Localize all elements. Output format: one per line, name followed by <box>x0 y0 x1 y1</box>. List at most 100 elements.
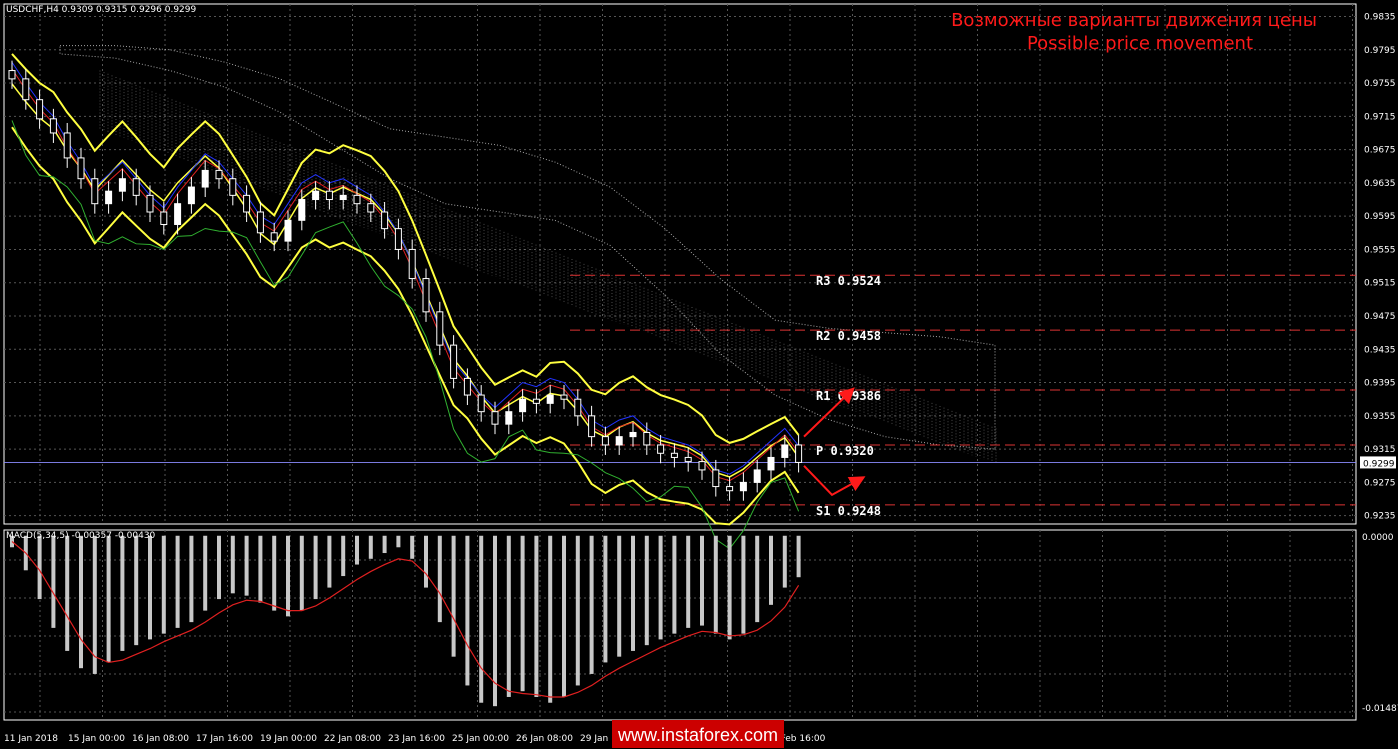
candle-body <box>684 456 692 463</box>
candle-body <box>739 481 747 492</box>
candle-body <box>463 377 471 396</box>
macd-bar <box>589 535 594 674</box>
axes: 0.9835 0.9795 0.9755 0.9715 0.9675 0.9635 0.95… <box>4 12 1398 744</box>
macd-tick-label: 0.0000 <box>1362 533 1394 543</box>
candle-body <box>795 444 803 463</box>
candle-body <box>767 456 775 471</box>
candle-body <box>601 436 609 446</box>
candle-body <box>588 415 596 438</box>
macd-bar <box>313 535 318 600</box>
y-tick-label: 0.9715 <box>1364 112 1396 122</box>
macd-bar <box>410 535 415 559</box>
y-tick-label: 0.9555 <box>1364 245 1396 255</box>
candle-body <box>491 411 499 425</box>
macd-bar <box>465 535 470 686</box>
annotation-title-ru: Возможные варианты движения цены <box>951 10 1317 31</box>
y-tick-label: 0.9675 <box>1364 146 1396 156</box>
macd-bar <box>272 535 277 611</box>
macd-bar <box>65 535 70 651</box>
macd-bar <box>741 535 746 634</box>
macd-bar <box>134 535 139 646</box>
chart-window: R3 0.9524 R2 0.9458 R1 0.9386 P 0.9320 S1 0.… <box>0 0 1398 749</box>
candle-body <box>560 394 568 400</box>
x-tick-label: 25 Jan 00:00 <box>452 734 509 744</box>
candle-body <box>215 169 223 180</box>
y-tick-label: 0.9435 <box>1364 345 1396 355</box>
candle-body <box>201 169 209 188</box>
macd-bar <box>161 535 166 634</box>
level-label-S1: S1 0.9248 <box>816 504 881 518</box>
macd-bar <box>396 535 401 548</box>
macd-bar <box>562 535 566 697</box>
macd-bar <box>368 535 373 559</box>
macd-bar <box>782 535 787 588</box>
candle-body <box>698 461 706 471</box>
candle-body <box>505 411 513 425</box>
candle-body <box>132 178 140 196</box>
macd-bar <box>617 535 622 657</box>
annotation-title-en: Possible price movement <box>1027 33 1253 54</box>
tenkan-line <box>11 61 799 475</box>
macd-bar <box>493 535 497 707</box>
y-tick-label: 0.9235 <box>1364 512 1396 522</box>
macd-bar <box>230 535 235 594</box>
candle-body <box>436 311 444 346</box>
price-chart[interactable]: R3 0.9524 R2 0.9458 R1 0.9386 P 0.9320 S1 0.… <box>0 0 1398 749</box>
candle-body <box>284 219 292 242</box>
chikou-line <box>11 120 800 550</box>
arrow-down-then-up <box>803 465 866 497</box>
macd-bar <box>217 535 221 600</box>
macd-bar <box>258 535 263 603</box>
candle-body <box>394 228 402 250</box>
candle-body <box>532 398 540 404</box>
candle-body <box>174 203 182 225</box>
macd-bar <box>755 535 760 623</box>
candle-body <box>643 431 651 446</box>
y-tick-label: 0.9835 <box>1364 12 1396 22</box>
level-label-R2: R2 0.9458 <box>816 329 881 343</box>
candle-body <box>574 398 582 417</box>
candle-body <box>36 99 44 120</box>
y-tick-label: 0.9475 <box>1364 312 1396 322</box>
macd-bar <box>299 535 304 611</box>
candle-body <box>367 203 375 213</box>
candle-body <box>49 118 57 134</box>
bollinger-bands <box>11 53 800 550</box>
candle-body <box>477 394 485 413</box>
macd-bar <box>424 535 428 588</box>
candle-body <box>22 78 30 101</box>
level-label-R3: R3 0.9524 <box>816 274 881 288</box>
candle-body <box>422 278 430 313</box>
macd-bar <box>37 535 42 600</box>
macd-bar <box>796 535 801 578</box>
watermark-text: www.instaforex.com <box>617 725 778 745</box>
macd-bar <box>189 535 194 623</box>
candle-body <box>753 469 761 483</box>
macd-bar <box>92 535 97 674</box>
macd-bar <box>148 535 152 640</box>
macd-bar <box>769 535 773 605</box>
candle-body <box>325 190 333 201</box>
candle-body <box>781 444 789 458</box>
macd-bar <box>244 535 249 596</box>
candle-body <box>519 398 527 413</box>
candle-body <box>546 394 554 404</box>
macd-bar <box>727 535 732 640</box>
candle-body <box>450 344 458 379</box>
macd-bar <box>672 535 677 634</box>
price-badge: 0.9299 <box>1363 459 1395 469</box>
macd-bar <box>631 535 635 651</box>
candle-body <box>712 469 720 488</box>
macd-bar <box>506 535 511 697</box>
level-label-R1: R1 0.9386 <box>816 389 881 403</box>
candle-body <box>615 436 623 446</box>
candle-body <box>408 248 416 280</box>
macd-panel <box>10 535 801 707</box>
x-tick-label: 22 Jan 08:00 <box>324 734 381 744</box>
candle-body <box>256 211 264 234</box>
macd-bar <box>327 535 332 588</box>
candle-body <box>8 70 16 80</box>
macd-bar <box>548 535 553 703</box>
y-tick-label: 0.9275 <box>1364 478 1396 488</box>
macd-header: MACD(5,34,5) -0.00357 -0.00430 <box>6 531 156 541</box>
